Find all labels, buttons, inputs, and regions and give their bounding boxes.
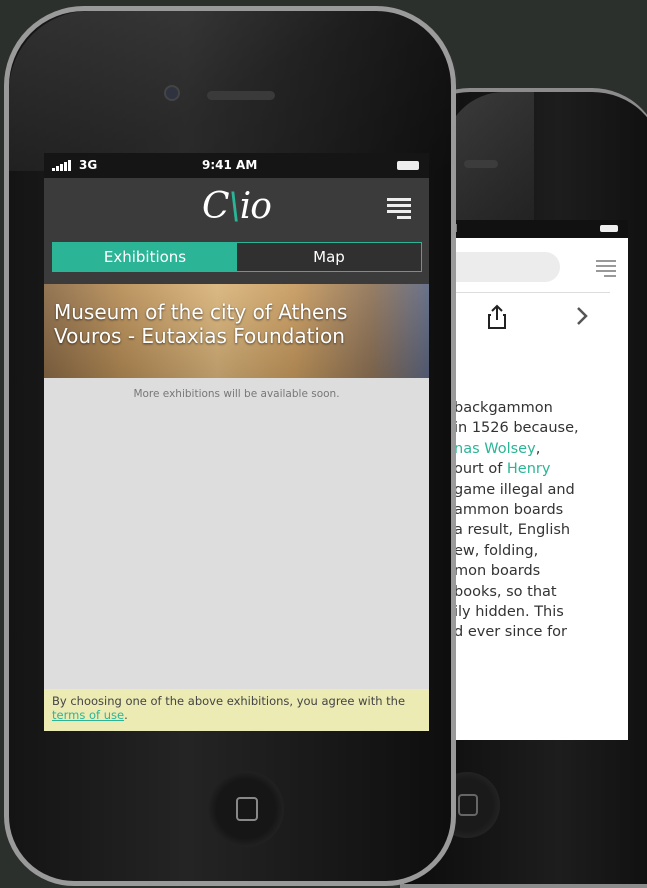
camera-icon <box>164 85 180 101</box>
terms-of-use-link[interactable]: terms of use <box>52 708 124 722</box>
article-link-henry[interactable]: Henry <box>507 461 551 477</box>
article-text: backgammon in 1526 because, nas Wolsey, … <box>454 398 628 643</box>
tab-bar: Exhibitions Map <box>44 238 429 284</box>
article-line: game illegal and <box>454 481 575 498</box>
more-exhibitions-notice: More exhibitions will be available soon. <box>133 388 340 400</box>
home-square-icon <box>458 794 478 816</box>
status-time: 9:41 AM <box>202 158 258 172</box>
article-line: nas Wolsey, <box>454 440 541 457</box>
status-bar: 3G 9:41 AM <box>44 153 429 178</box>
back-search-bar[interactable] <box>438 252 560 282</box>
article-line: ammon boards <box>454 502 564 519</box>
tabs: Exhibitions Map <box>52 242 422 272</box>
back-divider <box>438 292 610 293</box>
exhibition-title-line: Vouros - Eutaxias Foundation <box>54 324 345 348</box>
article-line: backgammon <box>454 400 553 416</box>
front-phone-home-button[interactable] <box>208 771 284 847</box>
exhibition-title: Museum of the city of Athens Vouros - Eu… <box>54 300 347 348</box>
hamburger-icon[interactable] <box>387 198 411 222</box>
share-icon[interactable] <box>486 304 508 336</box>
back-phone-speaker <box>464 160 498 168</box>
exhibition-title-line: Museum of the city of Athens <box>54 300 348 324</box>
article-line: ily hidden. This <box>454 604 564 621</box>
front-phone-screen: 3G 9:41 AM C\io Exhibitions Map Museum o… <box>44 153 429 731</box>
tab-exhibitions[interactable]: Exhibitions <box>53 243 237 271</box>
front-phone-speaker <box>207 91 275 100</box>
article-line: mon boards <box>454 563 541 580</box>
app-header: C\io <box>44 178 429 238</box>
network-label: 3G <box>79 158 98 172</box>
article-line: ew, folding, <box>454 542 539 559</box>
article-line: in 1526 because, <box>454 420 579 437</box>
article-line: d ever since for <box>454 624 568 641</box>
hamburger-icon[interactable] <box>596 260 616 280</box>
article-line: books, so that <box>454 583 557 600</box>
article-link-wolsey[interactable]: nas Wolsey <box>454 441 536 457</box>
back-phone-screen: AM backgammon in 1526 because, nas Wolse… <box>438 220 628 740</box>
clio-logo[interactable]: C\io <box>202 186 272 227</box>
terms-footer: By choosing one of the above exhibitions… <box>44 689 429 731</box>
back-status-bar: AM <box>438 220 628 238</box>
exhibition-card[interactable]: Museum of the city of Athens Vouros - Eu… <box>44 284 429 378</box>
battery-icon <box>600 225 618 232</box>
signal-icon <box>52 160 71 171</box>
article-line: a result, English <box>454 522 571 539</box>
home-square-icon <box>236 797 258 821</box>
footer-text: By choosing one of the above exhibitions… <box>52 694 406 708</box>
battery-icon <box>397 161 419 170</box>
chevron-right-icon[interactable] <box>574 304 590 334</box>
tab-map[interactable]: Map <box>237 243 421 271</box>
article-line: ourt of Henry <box>454 461 551 478</box>
